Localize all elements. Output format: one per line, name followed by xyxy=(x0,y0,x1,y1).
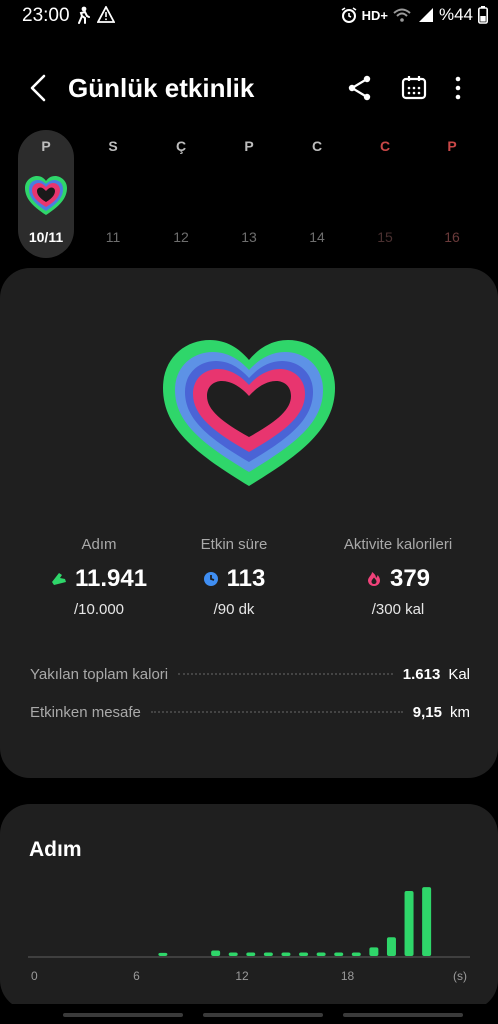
day-date: 13 xyxy=(241,229,257,245)
day-item[interactable]: C 15 xyxy=(357,130,413,258)
chart-tick-label: 0 xyxy=(31,969,38,983)
day-date: 11 xyxy=(105,229,121,245)
metric-goal: /300 kal xyxy=(371,601,425,618)
day-of-week: C xyxy=(311,138,323,154)
stat-name: Yakılan toplam kalori xyxy=(30,665,169,683)
day-item[interactable]: S 11 xyxy=(85,130,141,258)
chart-bar xyxy=(158,952,168,956)
dotted-leader xyxy=(150,711,403,713)
active-distance-row: Etkinken mesafe 9,15 km xyxy=(30,700,470,724)
warning-icon xyxy=(97,6,115,23)
activity-summary-card: Adım 11.941 /10.000 Etkin süre 113 /90 d… xyxy=(0,268,498,778)
day-date: 12 xyxy=(173,229,189,245)
chart-bar xyxy=(246,952,256,956)
day-of-week: P xyxy=(447,138,457,154)
activity-rings-heart-icon xyxy=(163,340,335,486)
calories-metric[interactable]: Aktivite kalorileri 379 /300 kal xyxy=(313,536,483,618)
nav-handle xyxy=(203,1013,323,1017)
chart-tick-label: 18 xyxy=(341,969,355,983)
chart-bar xyxy=(404,890,414,956)
app-bar: Günlük etkinlik xyxy=(0,60,498,116)
chart-bar xyxy=(369,947,379,956)
stat-name: Etkinken mesafe xyxy=(30,703,141,721)
shoe-icon xyxy=(51,573,66,585)
metric-label: Aktivite kalorileri xyxy=(343,536,453,553)
nav-handle xyxy=(63,1013,183,1017)
chart-tick-label: (s) xyxy=(453,969,467,983)
week-strip: P 10/11 S 11 Ç 12 P 13 C 14 C 15 P 16 xyxy=(0,130,498,260)
chart-bar xyxy=(211,950,221,956)
chart-bar xyxy=(281,952,291,956)
network-type: HD+ xyxy=(361,7,388,23)
signal-icon xyxy=(418,8,433,22)
stat-unit: Kal xyxy=(448,665,470,683)
stat-unit: km xyxy=(450,703,470,721)
day-of-week: P xyxy=(244,138,254,154)
status-time: 23:00 xyxy=(22,5,70,26)
total-calories-row: Yakılan toplam kalori 1.613 Kal xyxy=(30,662,470,686)
day-of-week: Ç xyxy=(175,138,187,154)
steps-card[interactable]: Adım 0 6 12 18 (s) xyxy=(0,804,498,1010)
clock-icon xyxy=(203,572,218,586)
chart-bar xyxy=(228,952,238,956)
system-nav-bar xyxy=(0,1004,498,1024)
day-date: 14 xyxy=(309,229,325,245)
alarm-icon xyxy=(341,7,357,23)
active-time-metric[interactable]: Etkin süre 113 /90 dk xyxy=(149,536,319,618)
chart-tick-label: 6 xyxy=(133,969,140,983)
metric-goal: /90 dk xyxy=(213,601,255,618)
calendar-icon[interactable] xyxy=(400,74,428,102)
nav-handle xyxy=(343,1013,463,1017)
day-of-week: S xyxy=(108,138,118,154)
activity-heart-icon xyxy=(25,176,67,215)
day-of-week: C xyxy=(379,138,391,154)
flame-icon xyxy=(367,572,380,586)
steps-hourly-chart: 0 6 12 18 (s) xyxy=(28,887,470,983)
stat-value: 9,15 xyxy=(412,703,442,721)
steps-card-title: Adım xyxy=(29,838,82,861)
day-item[interactable]: P 10/11 xyxy=(18,130,74,258)
day-item[interactable]: P 13 xyxy=(221,130,277,258)
chart-tick-label: 12 xyxy=(235,969,249,983)
chart-bar xyxy=(334,952,344,956)
wifi-icon xyxy=(393,8,411,22)
day-item[interactable]: C 14 xyxy=(289,130,345,258)
metric-value: 113 xyxy=(226,565,266,592)
back-icon[interactable] xyxy=(24,72,54,104)
metric-label: Etkin süre xyxy=(200,536,268,553)
stat-value: 1.613 xyxy=(402,665,441,683)
day-of-week: P xyxy=(41,138,51,154)
day-date: 15 xyxy=(377,229,393,245)
chart-bar xyxy=(316,952,326,956)
dotted-leader xyxy=(178,673,393,675)
day-item[interactable]: P 16 xyxy=(424,130,480,258)
chart-bar xyxy=(386,937,396,956)
chart-bar xyxy=(263,952,273,956)
status-bar: 23:00 HD+ %44 xyxy=(0,0,498,32)
day-item[interactable]: Ç 12 xyxy=(153,130,209,258)
chart-bar xyxy=(299,952,309,956)
metric-value: 379 xyxy=(389,565,431,592)
walk-notification-icon xyxy=(78,6,90,24)
page-title: Günlük etkinlik xyxy=(68,73,255,103)
day-date: 16 xyxy=(444,229,460,245)
chart-bar xyxy=(422,887,432,956)
share-icon[interactable] xyxy=(346,74,374,102)
battery-icon xyxy=(478,6,488,24)
battery-level: %44 xyxy=(438,5,473,24)
chart-bar xyxy=(351,952,361,956)
day-date: 10/11 xyxy=(28,229,64,245)
metric-value: 11.941 xyxy=(74,565,148,592)
more-icon[interactable] xyxy=(448,74,468,102)
